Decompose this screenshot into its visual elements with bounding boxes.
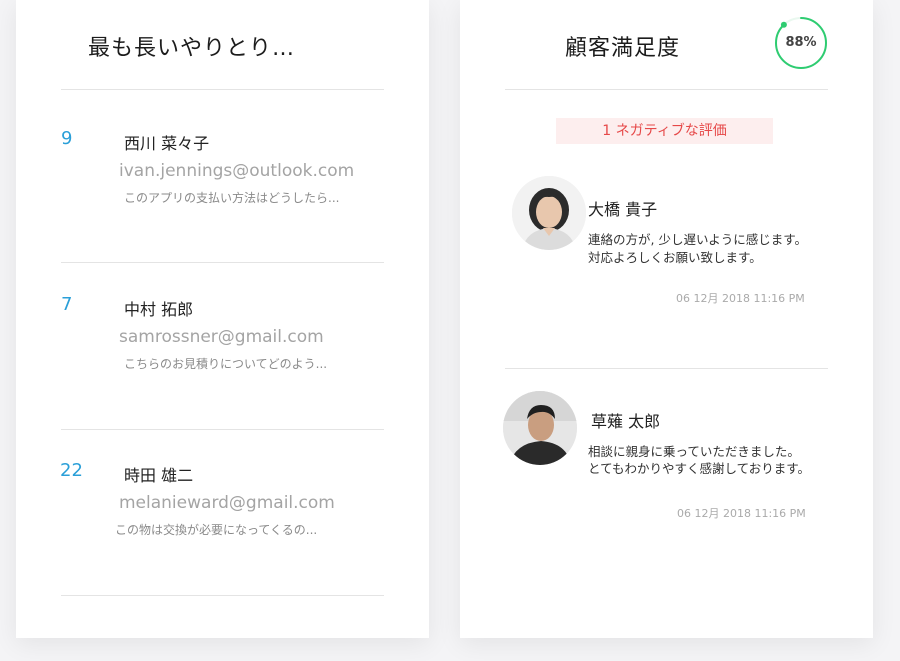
message-count: 7 bbox=[61, 294, 73, 315]
message-snippet: こちらのお見積りについてどのよう... bbox=[124, 357, 328, 371]
customer-name: 西川 菜々子 bbox=[124, 134, 210, 153]
message-count: 22 bbox=[60, 460, 83, 481]
divider bbox=[505, 368, 828, 369]
satisfaction-score: 88% bbox=[785, 35, 817, 50]
customer-satisfaction-card: 顧客満足度 88% 1 ネガティブな評価 大橋 貴子 連絡の方が, 少し遅いよう… bbox=[460, 0, 873, 638]
message-snippet: このアプリの支払い方法はどうしたら... bbox=[124, 191, 340, 205]
woman-avatar-icon bbox=[512, 176, 586, 250]
customer-email: melanieward@gmail.com bbox=[119, 493, 335, 513]
message-count: 9 bbox=[61, 128, 73, 149]
customer-name: 時田 雄二 bbox=[124, 466, 194, 485]
review-timestamp: 06 12月 2018 11:16 PM bbox=[677, 507, 806, 520]
man-avatar-icon bbox=[503, 391, 577, 465]
customer-email: samrossner@gmail.com bbox=[119, 327, 324, 347]
customer-email: ivan.jennings@outlook.com bbox=[119, 161, 355, 181]
reviewer-name: 大橋 貴子 bbox=[588, 200, 658, 219]
divider bbox=[61, 429, 384, 430]
conversation-item[interactable]: 22 時田 雄二 melanieward@gmail.com この物は交換が必要… bbox=[16, 460, 429, 620]
review-timestamp: 06 12月 2018 11:16 PM bbox=[676, 292, 805, 305]
message-snippet: この物は交換が必要になってくるの... bbox=[115, 523, 318, 537]
avatar bbox=[503, 391, 577, 465]
divider bbox=[61, 89, 384, 90]
avatar bbox=[512, 176, 586, 250]
conversation-item[interactable]: 7 中村 拓郎 samrossner@gmail.com こちらのお見積りについ… bbox=[16, 294, 429, 454]
divider bbox=[61, 262, 384, 263]
conversation-item[interactable]: 9 西川 菜々子 ivan.jennings@outlook.com このアプリ… bbox=[16, 128, 429, 288]
satisfaction-gauge: 88% bbox=[773, 15, 829, 71]
divider bbox=[61, 595, 384, 596]
reviewer-name: 草薙 太郎 bbox=[591, 412, 661, 431]
customer-name: 中村 拓郎 bbox=[124, 300, 194, 319]
longest-conversations-card: 最も長いやりとり… 9 西川 菜々子 ivan.jennings@outlook… bbox=[16, 0, 429, 638]
review-text-line2: 対応よろしくお願い致します。 bbox=[588, 250, 762, 265]
review-text-line1: 連絡の方が, 少し遅いように感じます。 bbox=[588, 232, 807, 247]
divider bbox=[505, 89, 828, 90]
negative-review-badge[interactable]: 1 ネガティブな評価 bbox=[556, 118, 773, 144]
card-title: 最も長いやりとり… bbox=[88, 36, 296, 61]
card-title: 顧客満足度 bbox=[565, 36, 681, 61]
review-text-line2: とてもわかりやすく感謝しております。 bbox=[588, 461, 811, 476]
